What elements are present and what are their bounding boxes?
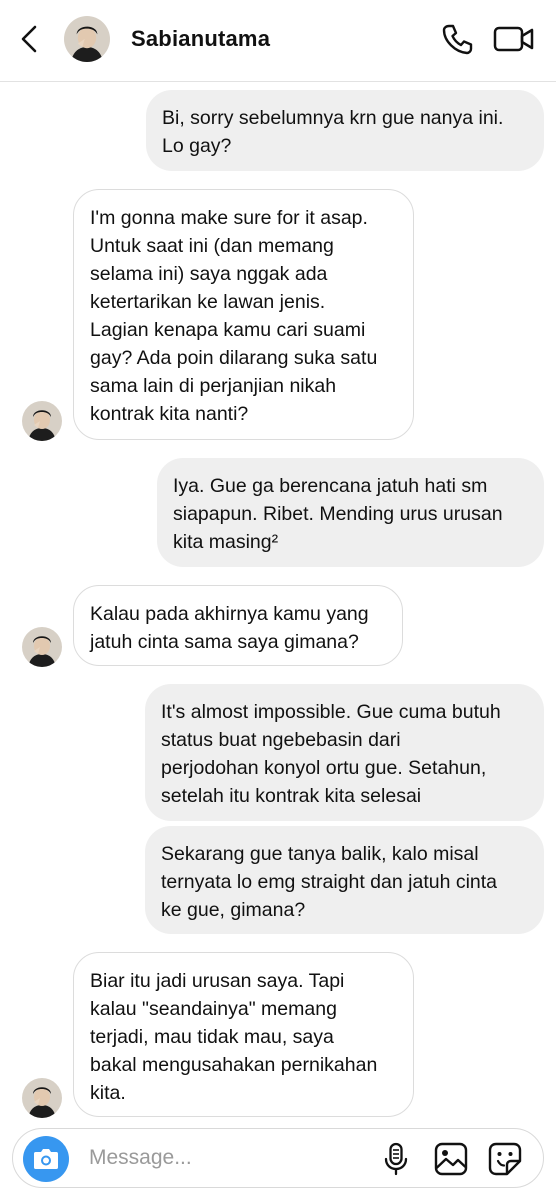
microphone-icon [384,1142,408,1176]
message-bubble-outgoing[interactable]: Bi, sorry sebelumnya krn gue nanya ini. … [146,90,544,171]
message-bubble-outgoing[interactable]: Iya. Gue ga berencana jatuh hati sm siap… [157,458,544,567]
message-composer [12,1128,544,1188]
back-arrow-icon [21,25,37,53]
message-bubble-incoming[interactable]: Kalau pada akhirnya kamu yang jatuh cint… [73,585,403,666]
sender-avatar[interactable] [22,1078,62,1118]
message-bubble-incoming[interactable]: Biar itu jadi urusan saya. Tapi kalau "s… [73,952,414,1117]
sticker-button[interactable] [487,1141,523,1177]
gallery-icon [434,1142,468,1176]
camera-button[interactable] [23,1136,69,1182]
sender-avatar[interactable] [22,401,62,441]
voice-call-button[interactable] [440,22,474,56]
gallery-button[interactable] [433,1141,469,1177]
contact-name[interactable]: Sabianutama [131,26,270,52]
chat-header: Sabianutama [0,0,556,82]
contact-avatar[interactable] [64,16,110,62]
message-bubble-outgoing[interactable]: Sekarang gue tanya balik, kalo misal ter… [145,826,544,934]
voice-message-button[interactable] [381,1141,411,1177]
sender-avatar[interactable] [22,627,62,667]
sticker-icon [488,1142,522,1176]
camera-icon [34,1149,58,1169]
video-camera-icon [493,26,534,52]
video-call-button[interactable] [492,22,536,56]
message-bubble-outgoing[interactable]: It's almost impossible. Gue cuma butuh s… [145,684,544,821]
message-input[interactable] [89,1143,369,1173]
phone-icon [442,24,473,55]
message-bubble-incoming[interactable]: I'm gonna make sure for it asap. Untuk s… [73,189,414,440]
back-button[interactable] [14,22,46,56]
